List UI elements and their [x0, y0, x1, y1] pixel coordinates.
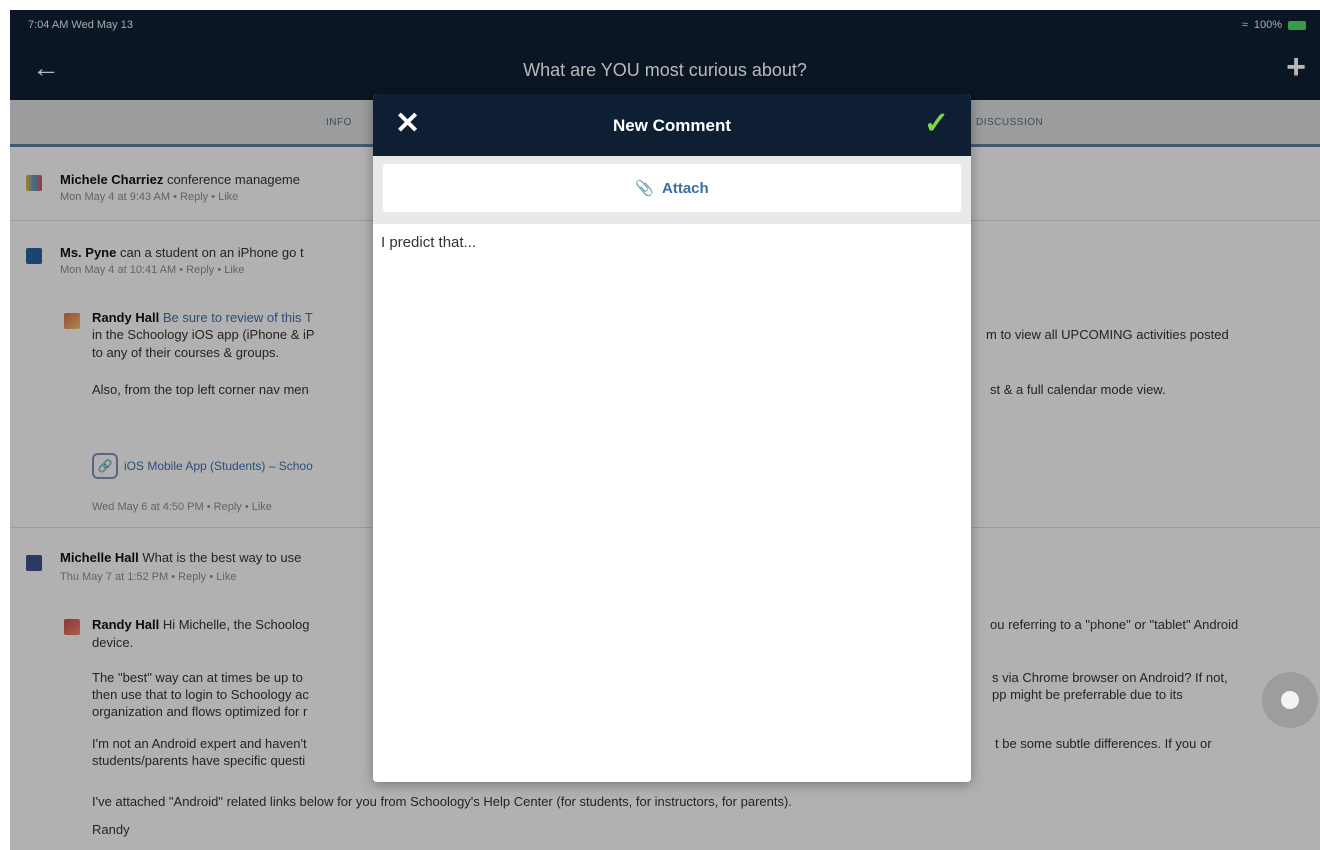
dialog-title: New Comment [612, 116, 732, 135]
checkmark-icon[interactable]: ✓ [924, 106, 949, 141]
attach-label: Attach [662, 179, 709, 197]
directional-pad-icon[interactable] [1262, 672, 1318, 728]
dialog-header: ✕ New Comment ✓ [373, 94, 971, 156]
attach-bar: 📎 Attach [373, 156, 971, 224]
comment-input[interactable]: I predict that... [373, 224, 971, 782]
paperclip-icon: 📎 [635, 180, 654, 197]
new-comment-dialog: ✕ New Comment ✓ 📎 Attach I predict that.… [373, 94, 971, 782]
attach-button[interactable]: 📎 Attach [383, 164, 961, 212]
app-screen: 7:04 AM Wed May 13 ≈ 100% ← What are YOU… [10, 10, 1320, 850]
